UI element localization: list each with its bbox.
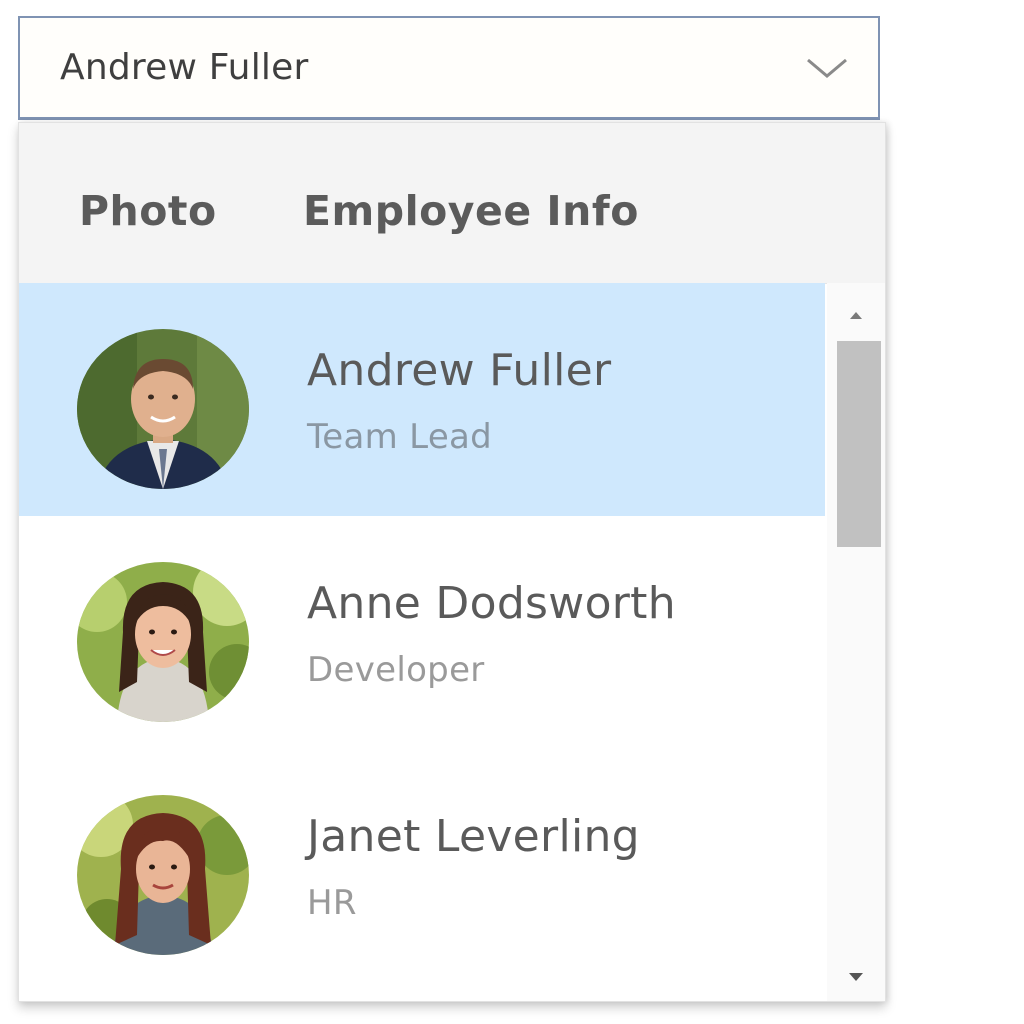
employee-dropdown-popup: Photo Employee Info Andrew Fuller Team L…	[18, 122, 886, 1002]
triangle-up-icon[interactable]	[827, 297, 885, 333]
employee-combobox[interactable]: Andrew Fuller	[18, 16, 880, 120]
combobox-selected-value: Andrew Fuller	[60, 47, 309, 88]
employee-list: Andrew Fuller Team Lead Anne Dodsworth D…	[19, 283, 825, 1001]
avatar	[77, 795, 249, 955]
popup-header: Photo Employee Info	[19, 123, 885, 284]
list-item[interactable]: Janet Leverling HR	[19, 749, 825, 982]
employee-name: Janet Leverling	[307, 811, 640, 862]
employee-name: Anne Dodsworth	[307, 578, 676, 629]
employee-role: Developer	[307, 650, 485, 690]
avatar	[77, 329, 249, 489]
employee-role: Team Lead	[307, 417, 493, 457]
chevron-down-icon[interactable]	[804, 54, 850, 82]
header-photo-label: Photo	[79, 187, 217, 235]
triangle-down-icon[interactable]	[827, 959, 885, 995]
employee-role: HR	[307, 883, 357, 923]
list-item[interactable]: Anne Dodsworth Developer	[19, 516, 825, 749]
list-item[interactable]: Andrew Fuller Team Lead	[19, 283, 825, 516]
scroll-thumb[interactable]	[837, 341, 881, 547]
avatar	[77, 562, 249, 722]
vertical-scrollbar[interactable]	[827, 283, 885, 1001]
employee-name: Andrew Fuller	[307, 345, 612, 396]
header-employee-info-label: Employee Info	[303, 187, 639, 235]
